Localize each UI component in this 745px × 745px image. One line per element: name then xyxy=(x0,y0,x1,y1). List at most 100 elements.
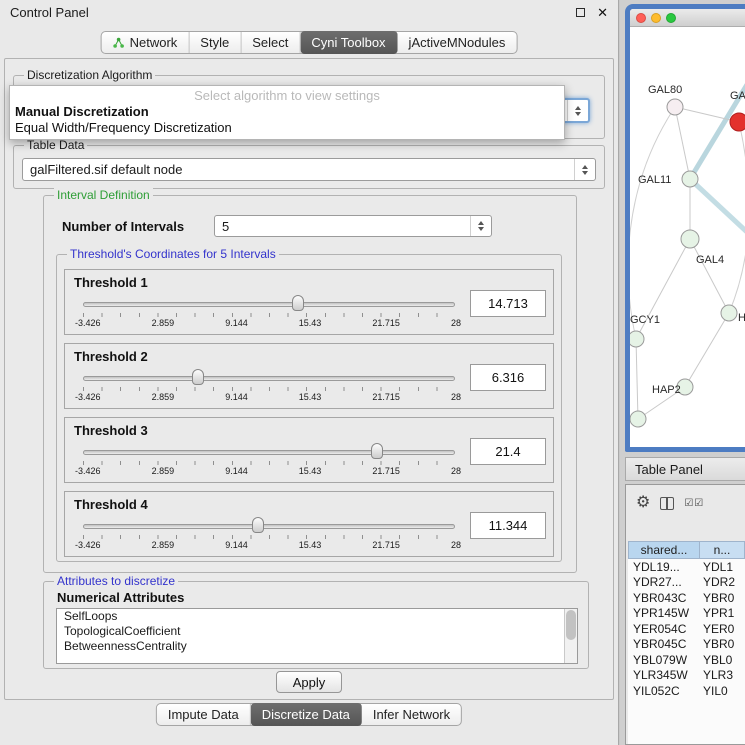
threshold-4-value-field[interactable]: 11.344 xyxy=(470,512,546,539)
edge[interactable] xyxy=(675,107,690,179)
network-canvas[interactable]: GAL80 GA GAL11 GAL4 GCY1 H HAP2 xyxy=(630,27,745,447)
node-gal11[interactable] xyxy=(682,171,698,187)
dropdown-option-manual[interactable]: Manual Discretization xyxy=(10,104,564,120)
scale-label: -3.426 xyxy=(75,466,101,476)
network-icon xyxy=(113,37,125,49)
slider-track[interactable] xyxy=(83,450,455,455)
slider-track[interactable] xyxy=(83,524,455,529)
list-scrollbar[interactable] xyxy=(564,609,577,663)
attributes-group: Attributes to discretize Numerical Attri… xyxy=(43,581,589,669)
edge-thick[interactable] xyxy=(690,179,745,233)
threshold-2-panel: Threshold 2 -3.4262.8599.14415.4321.7152… xyxy=(64,343,554,409)
slider-thumb[interactable] xyxy=(371,443,383,459)
table-row[interactable]: YBR043CYBR0 xyxy=(628,590,745,606)
slider-track[interactable] xyxy=(83,376,455,381)
threshold-4-slider[interactable]: -3.4262.8599.14415.4321.71528 xyxy=(83,516,455,556)
slider-track[interactable] xyxy=(83,302,455,307)
threshold-1-slider[interactable]: -3.4262.8599.14415.4321.71528 xyxy=(83,294,455,334)
tab-select-label: Select xyxy=(252,35,288,50)
node-highlighted-red[interactable] xyxy=(730,113,745,131)
tab-infer-network[interactable]: Infer Network xyxy=(362,704,461,725)
table-row[interactable]: YLR345WYLR3 xyxy=(628,668,745,684)
tab-impute-data[interactable]: Impute Data xyxy=(157,704,251,725)
threshold-3-slider[interactable]: -3.4262.8599.14415.4321.71528 xyxy=(83,442,455,482)
gear-icon[interactable]: ⚙ xyxy=(636,495,650,511)
apply-button[interactable]: Apply xyxy=(276,671,342,693)
node-label: GAL11 xyxy=(638,174,671,186)
tab-select[interactable]: Select xyxy=(241,32,300,53)
scale-label: 9.144 xyxy=(225,318,248,328)
column-header-name[interactable]: n... xyxy=(700,541,745,559)
threshold-3-value-field[interactable]: 21.4 xyxy=(470,438,546,465)
threshold-4-panel: Threshold 4 -3.4262.8599.14415.4321.7152… xyxy=(64,491,554,557)
scale-label: 2.859 xyxy=(152,540,175,550)
cell: YLR345W xyxy=(628,668,700,682)
list-item[interactable]: SelfLoops xyxy=(57,609,577,624)
table-data-select[interactable]: galFiltered.sif default node xyxy=(22,158,596,181)
column-header-shared[interactable]: shared... xyxy=(628,541,700,559)
table-row[interactable]: YPR145WYPR1 xyxy=(628,606,745,622)
tab-style[interactable]: Style xyxy=(189,32,241,53)
zoom-traffic-light-icon[interactable] xyxy=(666,13,676,23)
network-window-titlebar[interactable] xyxy=(630,9,745,27)
slider-ticks xyxy=(83,387,455,391)
scrollbar-thumb[interactable] xyxy=(566,610,576,640)
table-row[interactable]: YBR045CYBR0 xyxy=(628,637,745,653)
slider-ticks xyxy=(83,461,455,465)
tab-discretize-data[interactable]: Discretize Data xyxy=(251,703,362,726)
table-row[interactable]: YIL052CYIL0 xyxy=(628,683,745,699)
node-label: GA xyxy=(730,90,745,102)
scale-label: 28 xyxy=(451,466,461,476)
tab-network[interactable]: Network xyxy=(102,32,190,53)
number-of-intervals-select[interactable]: 5 xyxy=(214,215,492,237)
list-item[interactable]: BetweennessCentrality xyxy=(57,639,577,654)
node[interactable] xyxy=(721,305,737,321)
cell: YBR043C xyxy=(628,591,700,605)
edge[interactable] xyxy=(685,313,729,387)
threshold-2-value-field[interactable]: 6.316 xyxy=(470,364,546,391)
numerical-attributes-list: SelfLoops TopologicalCoefficient Between… xyxy=(56,608,578,664)
node[interactable] xyxy=(630,411,646,427)
scale-label: -3.426 xyxy=(75,540,101,550)
thresholds-group: Threshold's Coordinates for 5 Intervals … xyxy=(56,254,562,562)
table-body: YDL19...YDL1 YDR27...YDR2 YBR043CYBR0 YP… xyxy=(628,559,745,744)
cell: YDR2 xyxy=(700,575,745,589)
cell: YDL1 xyxy=(700,560,745,574)
edge[interactable] xyxy=(690,239,729,313)
list-item[interactable]: TopologicalCoefficient xyxy=(57,624,577,639)
tab-jactivemnodules[interactable]: jActiveMNodules xyxy=(398,32,517,53)
node-gal80[interactable] xyxy=(667,99,683,115)
float-panel-icon[interactable] xyxy=(576,8,585,17)
slider-thumb[interactable] xyxy=(292,295,304,311)
threshold-3-label: Threshold 3 xyxy=(74,423,148,438)
columns-icon[interactable] xyxy=(660,497,674,510)
minimize-traffic-light-icon[interactable] xyxy=(651,13,661,23)
cell: YBR0 xyxy=(700,591,745,605)
table-panel-header: Table Panel xyxy=(625,457,745,481)
threshold-2-slider[interactable]: -3.4262.8599.14415.4321.71528 xyxy=(83,368,455,408)
tab-cyni-label: Cyni Toolbox xyxy=(311,35,385,50)
slider-thumb[interactable] xyxy=(192,369,204,385)
edge[interactable] xyxy=(630,107,675,339)
cell: YBR0 xyxy=(700,637,745,651)
node-gcy1[interactable] xyxy=(630,331,644,347)
table-row[interactable]: YBL079WYBL0 xyxy=(628,652,745,668)
combo-stepper-icon xyxy=(567,100,581,121)
scale-label: -3.426 xyxy=(75,392,101,402)
edge[interactable] xyxy=(636,339,638,419)
node-gal4[interactable] xyxy=(681,230,699,248)
dropdown-option-equal-width[interactable]: Equal Width/Frequency Discretization xyxy=(10,120,564,136)
threshold-1-value-field[interactable]: 14.713 xyxy=(470,290,546,317)
close-icon[interactable]: ✕ xyxy=(597,6,608,19)
tab-cyni-toolbox[interactable]: Cyni Toolbox xyxy=(300,31,397,54)
table-row[interactable]: YDL19...YDL1 xyxy=(628,559,745,575)
right-region: GAL80 GA GAL11 GAL4 GCY1 H HAP2 Table Pa… xyxy=(620,0,745,745)
dropdown-placeholder[interactable]: Select algorithm to view settings xyxy=(10,88,564,104)
select-columns-icon[interactable]: ☑☑ xyxy=(684,498,704,509)
cell: YPR1 xyxy=(700,606,745,620)
slider-thumb[interactable] xyxy=(252,517,264,533)
table-row[interactable]: YDR27...YDR2 xyxy=(628,575,745,591)
network-view-window: GAL80 GA GAL11 GAL4 GCY1 H HAP2 xyxy=(625,4,745,452)
table-row[interactable]: YER054CYER0 xyxy=(628,621,745,637)
close-traffic-light-icon[interactable] xyxy=(636,13,646,23)
